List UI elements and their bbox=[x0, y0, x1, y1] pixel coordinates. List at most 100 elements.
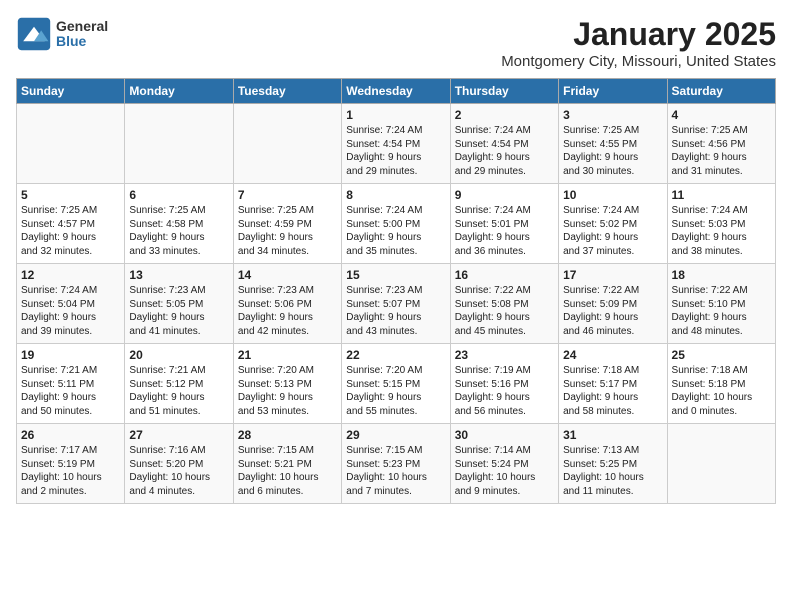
calendar-cell: 13 Sunrise: 7:23 AM Sunset: 5:05 PM Dayli… bbox=[125, 264, 233, 344]
calendar-cell: 19 Sunrise: 7:21 AM Sunset: 5:11 PM Dayli… bbox=[17, 344, 125, 424]
day-number: 23 bbox=[455, 348, 554, 362]
calendar-cell: 28 Sunrise: 7:15 AM Sunset: 5:21 PM Dayli… bbox=[233, 424, 341, 504]
calendar-subtitle: Montgomery City, Missouri, United States bbox=[501, 53, 776, 70]
day-number: 24 bbox=[563, 348, 662, 362]
day-header-thursday: Thursday bbox=[450, 79, 558, 104]
day-info: Sunrise: 7:24 AM Sunset: 5:02 PM Dayligh… bbox=[563, 204, 662, 258]
logo: General Blue bbox=[16, 16, 108, 52]
calendar-cell bbox=[233, 104, 341, 184]
calendar-cell: 7 Sunrise: 7:25 AM Sunset: 4:59 PM Daylig… bbox=[233, 184, 341, 264]
day-number: 17 bbox=[563, 268, 662, 282]
day-info: Sunrise: 7:23 AM Sunset: 5:05 PM Dayligh… bbox=[129, 284, 228, 338]
logo-general-text: General bbox=[56, 19, 108, 34]
day-info: Sunrise: 7:20 AM Sunset: 5:13 PM Dayligh… bbox=[238, 364, 337, 418]
day-number: 4 bbox=[672, 108, 771, 122]
calendar-cell: 3 Sunrise: 7:25 AM Sunset: 4:55 PM Daylig… bbox=[559, 104, 667, 184]
day-info: Sunrise: 7:22 AM Sunset: 5:10 PM Dayligh… bbox=[672, 284, 771, 338]
day-info: Sunrise: 7:24 AM Sunset: 4:54 PM Dayligh… bbox=[346, 124, 445, 178]
day-info: Sunrise: 7:25 AM Sunset: 4:57 PM Dayligh… bbox=[21, 204, 120, 258]
calendar-cell: 27Sunrise: 7:16 AM Sunset: 5:20 PM Dayli… bbox=[125, 424, 233, 504]
days-header-row: SundayMondayTuesdayWednesdayThursdayFrid… bbox=[17, 79, 776, 104]
logo-blue-text: Blue bbox=[56, 34, 108, 49]
logo-icon bbox=[16, 16, 52, 52]
day-number: 10 bbox=[563, 188, 662, 202]
day-info: Sunrise: 7:15 AM Sunset: 5:21 PM Dayligh… bbox=[238, 444, 337, 498]
week-row-2: 5 Sunrise: 7:25 AM Sunset: 4:57 PM Daylig… bbox=[17, 184, 776, 264]
calendar-cell: 20 Sunrise: 7:21 AM Sunset: 5:12 PM Dayli… bbox=[125, 344, 233, 424]
day-info: Sunrise: 7:22 AM Sunset: 5:09 PM Dayligh… bbox=[563, 284, 662, 338]
day-number: 18 bbox=[672, 268, 771, 282]
calendar-cell: 10 Sunrise: 7:24 AM Sunset: 5:02 PM Dayli… bbox=[559, 184, 667, 264]
day-number: 3 bbox=[563, 108, 662, 122]
day-number: 11 bbox=[672, 188, 771, 202]
week-row-4: 19 Sunrise: 7:21 AM Sunset: 5:11 PM Dayli… bbox=[17, 344, 776, 424]
page-header: General Blue January 2025 Montgomery Cit… bbox=[16, 16, 776, 70]
day-number: 12 bbox=[21, 268, 120, 282]
day-number: 14 bbox=[238, 268, 337, 282]
calendar-cell: 16 Sunrise: 7:22 AM Sunset: 5:08 PM Dayli… bbox=[450, 264, 558, 344]
calendar-cell: 18 Sunrise: 7:22 AM Sunset: 5:10 PM Dayli… bbox=[667, 264, 775, 344]
day-number: 19 bbox=[21, 348, 120, 362]
calendar-cell: 2Sunrise: 7:24 AM Sunset: 4:54 PM Daylig… bbox=[450, 104, 558, 184]
calendar-cell: 24 Sunrise: 7:18 AM Sunset: 5:17 PM Dayli… bbox=[559, 344, 667, 424]
day-info: Sunrise: 7:21 AM Sunset: 5:12 PM Dayligh… bbox=[129, 364, 228, 418]
calendar-cell: 5 Sunrise: 7:25 AM Sunset: 4:57 PM Daylig… bbox=[17, 184, 125, 264]
day-header-monday: Monday bbox=[125, 79, 233, 104]
day-number: 1 bbox=[346, 108, 445, 122]
day-info: Sunrise: 7:15 AM Sunset: 5:23 PM Dayligh… bbox=[346, 444, 445, 498]
day-number: 25 bbox=[672, 348, 771, 362]
day-info: Sunrise: 7:25 AM Sunset: 4:56 PM Dayligh… bbox=[672, 124, 771, 178]
calendar-cell bbox=[667, 424, 775, 504]
day-header-saturday: Saturday bbox=[667, 79, 775, 104]
day-info: Sunrise: 7:23 AM Sunset: 5:07 PM Dayligh… bbox=[346, 284, 445, 338]
day-number: 27 bbox=[129, 428, 228, 442]
week-row-3: 12Sunrise: 7:24 AM Sunset: 5:04 PM Dayli… bbox=[17, 264, 776, 344]
day-number: 29 bbox=[346, 428, 445, 442]
day-info: Sunrise: 7:25 AM Sunset: 4:58 PM Dayligh… bbox=[129, 204, 228, 258]
day-info: Sunrise: 7:21 AM Sunset: 5:11 PM Dayligh… bbox=[21, 364, 120, 418]
day-info: Sunrise: 7:24 AM Sunset: 5:03 PM Dayligh… bbox=[672, 204, 771, 258]
day-number: 2 bbox=[455, 108, 554, 122]
day-info: Sunrise: 7:23 AM Sunset: 5:06 PM Dayligh… bbox=[238, 284, 337, 338]
day-number: 5 bbox=[21, 188, 120, 202]
day-info: Sunrise: 7:22 AM Sunset: 5:08 PM Dayligh… bbox=[455, 284, 554, 338]
calendar-cell: 12Sunrise: 7:24 AM Sunset: 5:04 PM Dayli… bbox=[17, 264, 125, 344]
calendar-cell: 31Sunrise: 7:13 AM Sunset: 5:25 PM Dayli… bbox=[559, 424, 667, 504]
calendar-cell: 6 Sunrise: 7:25 AM Sunset: 4:58 PM Daylig… bbox=[125, 184, 233, 264]
day-number: 28 bbox=[238, 428, 337, 442]
day-header-wednesday: Wednesday bbox=[342, 79, 450, 104]
day-info: Sunrise: 7:20 AM Sunset: 5:15 PM Dayligh… bbox=[346, 364, 445, 418]
calendar-title: January 2025 bbox=[501, 16, 776, 53]
calendar-cell: 30 Sunrise: 7:14 AM Sunset: 5:24 PM Dayli… bbox=[450, 424, 558, 504]
day-header-friday: Friday bbox=[559, 79, 667, 104]
day-number: 7 bbox=[238, 188, 337, 202]
calendar-cell: 4 Sunrise: 7:25 AM Sunset: 4:56 PM Daylig… bbox=[667, 104, 775, 184]
day-number: 6 bbox=[129, 188, 228, 202]
week-row-5: 26Sunrise: 7:17 AM Sunset: 5:19 PM Dayli… bbox=[17, 424, 776, 504]
calendar-cell: 25Sunrise: 7:18 AM Sunset: 5:18 PM Dayli… bbox=[667, 344, 775, 424]
day-number: 30 bbox=[455, 428, 554, 442]
day-number: 15 bbox=[346, 268, 445, 282]
day-info: Sunrise: 7:25 AM Sunset: 4:59 PM Dayligh… bbox=[238, 204, 337, 258]
logo-text: General Blue bbox=[56, 19, 108, 50]
calendar-cell: 21Sunrise: 7:20 AM Sunset: 5:13 PM Dayli… bbox=[233, 344, 341, 424]
calendar-cell: 14 Sunrise: 7:23 AM Sunset: 5:06 PM Dayli… bbox=[233, 264, 341, 344]
day-number: 20 bbox=[129, 348, 228, 362]
day-number: 26 bbox=[21, 428, 120, 442]
day-number: 16 bbox=[455, 268, 554, 282]
day-info: Sunrise: 7:24 AM Sunset: 5:00 PM Dayligh… bbox=[346, 204, 445, 258]
day-header-sunday: Sunday bbox=[17, 79, 125, 104]
day-info: Sunrise: 7:14 AM Sunset: 5:24 PM Dayligh… bbox=[455, 444, 554, 498]
day-info: Sunrise: 7:25 AM Sunset: 4:55 PM Dayligh… bbox=[563, 124, 662, 178]
calendar-cell: 22 Sunrise: 7:20 AM Sunset: 5:15 PM Dayli… bbox=[342, 344, 450, 424]
day-info: Sunrise: 7:18 AM Sunset: 5:17 PM Dayligh… bbox=[563, 364, 662, 418]
calendar-cell: 23 Sunrise: 7:19 AM Sunset: 5:16 PM Dayli… bbox=[450, 344, 558, 424]
day-info: Sunrise: 7:19 AM Sunset: 5:16 PM Dayligh… bbox=[455, 364, 554, 418]
day-number: 9 bbox=[455, 188, 554, 202]
calendar-cell: 15 Sunrise: 7:23 AM Sunset: 5:07 PM Dayli… bbox=[342, 264, 450, 344]
day-number: 22 bbox=[346, 348, 445, 362]
calendar-cell: 1 Sunrise: 7:24 AM Sunset: 4:54 PM Daylig… bbox=[342, 104, 450, 184]
calendar-cell: 29 Sunrise: 7:15 AM Sunset: 5:23 PM Dayli… bbox=[342, 424, 450, 504]
day-number: 13 bbox=[129, 268, 228, 282]
day-info: Sunrise: 7:13 AM Sunset: 5:25 PM Dayligh… bbox=[563, 444, 662, 498]
